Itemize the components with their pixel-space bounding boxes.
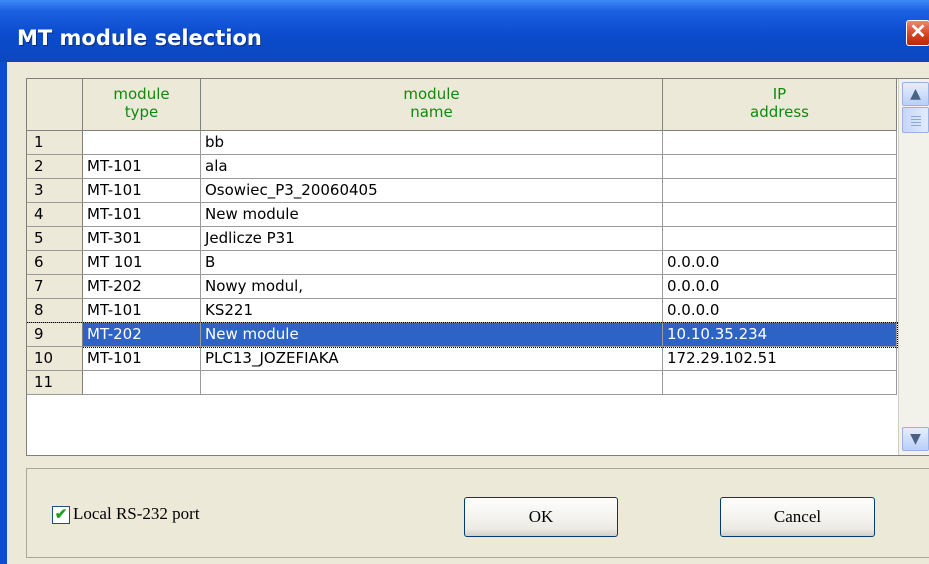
ip-address-cell[interactable]	[663, 179, 897, 203]
ip-address-cell[interactable]	[663, 131, 897, 155]
module-type-cell[interactable]	[83, 371, 201, 395]
table-row[interactable]: 4 MT-101 New module	[27, 203, 897, 227]
table-row[interactable]: 7 MT-202 Nowy modul, 0.0.0.0	[27, 275, 897, 299]
column-header-label: type	[124, 103, 159, 121]
row-number-cell[interactable]: 1	[27, 131, 83, 155]
dialog-title: MT module selection	[17, 26, 262, 50]
row-number-cell[interactable]: 11	[27, 371, 83, 395]
local-rs232-checkbox[interactable]: ✔	[52, 506, 70, 524]
header-corner	[27, 79, 83, 131]
scroll-thumb[interactable]	[902, 107, 929, 133]
ok-button[interactable]: OK	[464, 497, 618, 537]
module-type-cell[interactable]: MT-101	[83, 155, 201, 179]
module-type-cell[interactable]: MT-202	[83, 323, 201, 347]
ip-address-cell[interactable]: 172.29.102.51	[663, 347, 897, 371]
module-type-cell[interactable]: MT-101	[83, 179, 201, 203]
ip-address-cell[interactable]: 0.0.0.0	[663, 299, 897, 323]
table-row[interactable]: 2 MT-101 ala	[27, 155, 897, 179]
module-type-cell[interactable]: MT-101	[83, 203, 201, 227]
column-header-ip-address[interactable]: IP address	[663, 79, 897, 131]
ip-address-cell[interactable]	[663, 203, 897, 227]
row-number-cell[interactable]: 4	[27, 203, 83, 227]
scroll-up-icon[interactable]: ▲	[902, 82, 929, 106]
module-type-cell[interactable]: MT-202	[83, 275, 201, 299]
column-header-module-type[interactable]: module type	[83, 79, 201, 131]
table-row[interactable]: 6 MT 101 B 0.0.0.0	[27, 251, 897, 275]
module-name-cell[interactable]: ala	[201, 155, 663, 179]
module-name-cell[interactable]	[201, 371, 663, 395]
module-type-cell[interactable]	[83, 131, 201, 155]
mt-module-selection-dialog: MT module selection ✕ module type module…	[0, 0, 929, 564]
row-number-cell[interactable]: 8	[27, 299, 83, 323]
module-name-cell[interactable]: New module	[201, 203, 663, 227]
scroll-down-icon[interactable]: ▼	[902, 427, 929, 451]
module-name-cell[interactable]: PLC13_JOZEFIAKA	[201, 347, 663, 371]
table-row[interactable]: 5 MT-301 Jedlicze P31	[27, 227, 897, 251]
grid-header: module type module name IP address	[27, 79, 897, 131]
module-name-cell[interactable]: Osowiec_P3_20060405	[201, 179, 663, 203]
module-type-cell[interactable]: MT-101	[83, 347, 201, 371]
table-row[interactable]: 3 MT-101 Osowiec_P3_20060405	[27, 179, 897, 203]
module-type-cell[interactable]: MT-301	[83, 227, 201, 251]
column-header-label: IP	[772, 85, 787, 103]
table-row[interactable]: 8 MT-101 KS221 0.0.0.0	[27, 299, 897, 323]
table-row[interactable]: 1 bb	[27, 131, 897, 155]
ip-address-cell[interactable]: 0.0.0.0	[663, 251, 897, 275]
row-number-cell[interactable]: 5	[27, 227, 83, 251]
local-rs232-label[interactable]: Local RS-232 port	[73, 504, 200, 524]
column-header-label: module	[403, 85, 460, 103]
module-name-cell[interactable]: bb	[201, 131, 663, 155]
cancel-button[interactable]: Cancel	[720, 497, 875, 537]
row-number-cell[interactable]: 6	[27, 251, 83, 275]
module-type-cell[interactable]: MT-101	[83, 299, 201, 323]
title-bar[interactable]: MT module selection ✕	[0, 0, 929, 62]
row-number-cell[interactable]: 9	[27, 323, 83, 347]
window-frame-left	[0, 62, 7, 564]
column-header-label: address	[750, 103, 809, 121]
module-grid[interactable]: module type module name IP address 1 bb …	[26, 78, 929, 456]
ip-address-cell[interactable]	[663, 371, 897, 395]
table-row-selected[interactable]: 9 MT-202 New module 10.10.35.234	[27, 322, 898, 348]
table-row[interactable]: 10 MT-101 PLC13_JOZEFIAKA 172.29.102.51	[27, 347, 897, 371]
row-number-cell[interactable]: 3	[27, 179, 83, 203]
module-type-cell[interactable]: MT 101	[83, 251, 201, 275]
ip-address-cell[interactable]	[663, 155, 897, 179]
module-name-cell[interactable]: New module	[201, 323, 663, 347]
module-name-cell[interactable]: B	[201, 251, 663, 275]
row-number-cell[interactable]: 7	[27, 275, 83, 299]
module-name-cell[interactable]: Jedlicze P31	[201, 227, 663, 251]
vertical-scrollbar[interactable]: ▲ ▼	[898, 79, 929, 455]
ip-address-cell[interactable]: 10.10.35.234	[663, 323, 897, 347]
row-number-cell[interactable]: 10	[27, 347, 83, 371]
module-name-cell[interactable]: Nowy modul,	[201, 275, 663, 299]
close-icon[interactable]: ✕	[906, 20, 929, 46]
ip-address-cell[interactable]	[663, 227, 897, 251]
table-row[interactable]: 11	[27, 371, 897, 395]
column-header-module-name[interactable]: module name	[201, 79, 663, 131]
module-name-cell[interactable]: KS221	[201, 299, 663, 323]
column-header-label: name	[410, 103, 453, 121]
row-number-cell[interactable]: 2	[27, 155, 83, 179]
ip-address-cell[interactable]: 0.0.0.0	[663, 275, 897, 299]
column-header-label: module	[113, 85, 170, 103]
